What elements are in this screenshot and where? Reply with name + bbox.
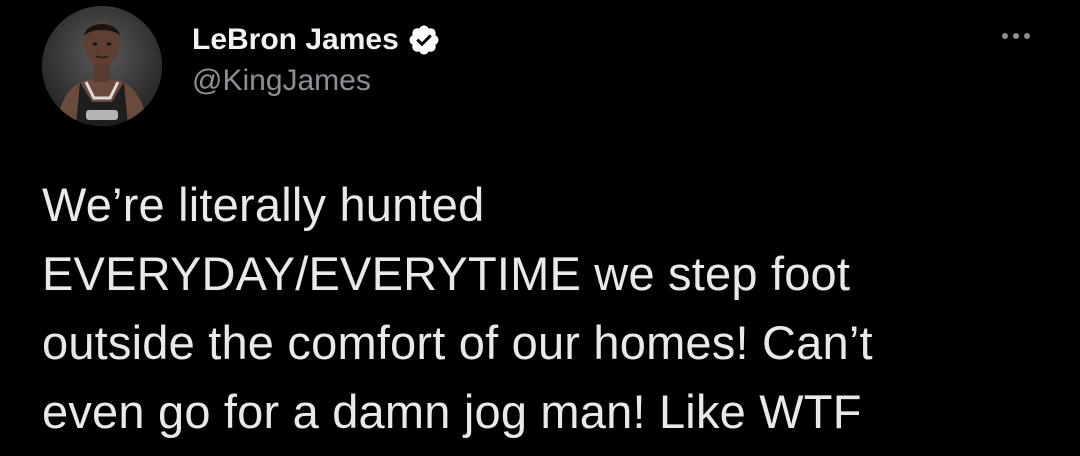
verified-badge-icon [407,23,441,57]
author-name-row: LeBron James [192,20,441,60]
more-horizontal-icon [1002,33,1030,39]
tweet-text: We’re literally hunted EVERYDAY/EVERYTIM… [42,178,873,438]
more-options-button[interactable] [996,20,1036,52]
author-handle[interactable]: @KingJames [192,64,371,98]
avatar[interactable] [42,6,162,126]
display-name[interactable]: LeBron James [192,23,399,57]
profile-photo [42,6,162,126]
tweet-card: LeBron James @KingJames We’re literally … [0,0,1080,456]
